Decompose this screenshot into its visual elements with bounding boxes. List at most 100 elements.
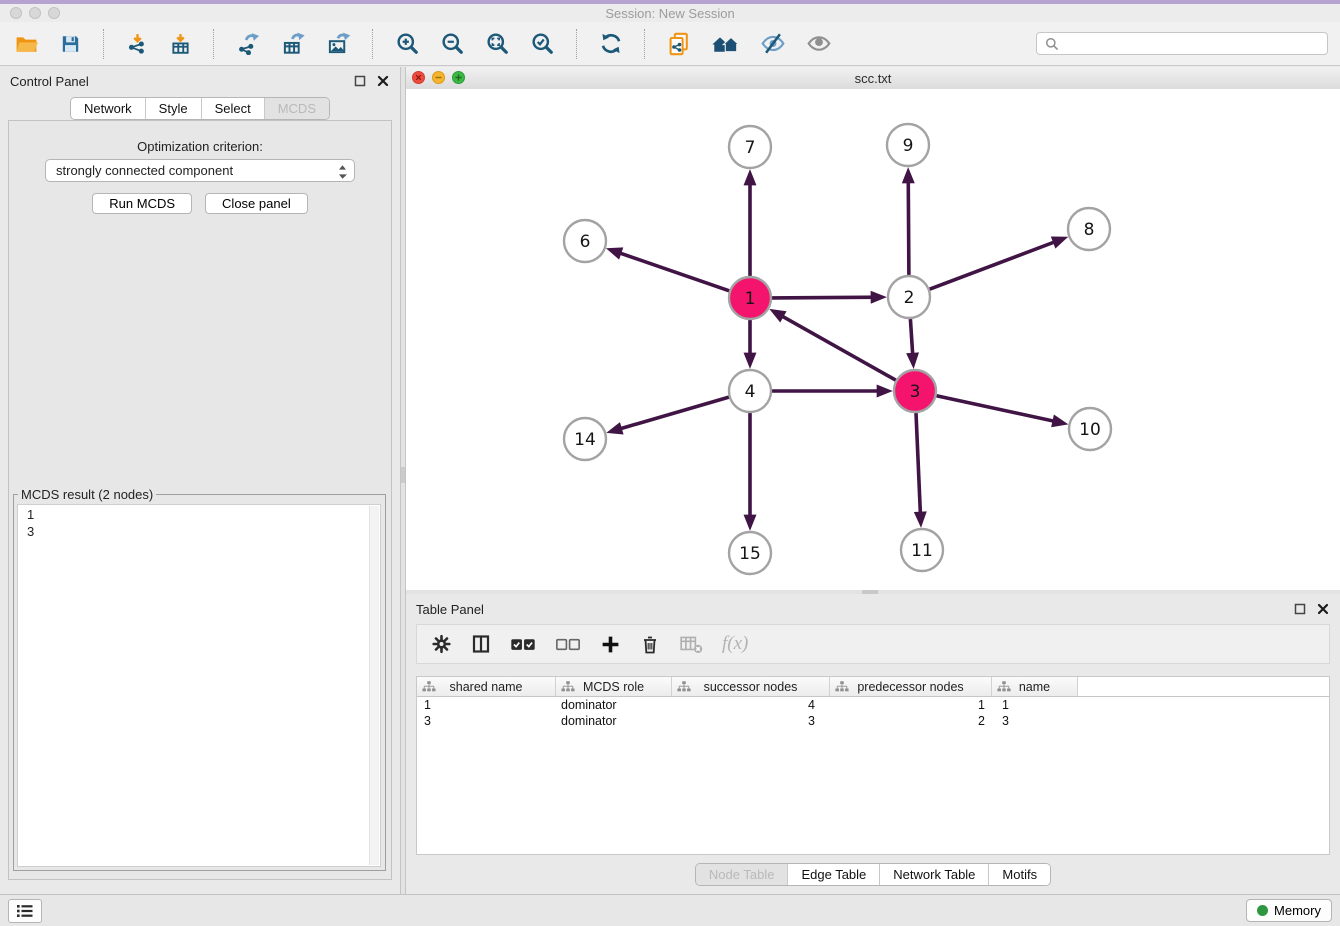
maximize-window-button[interactable] — [48, 7, 60, 19]
node-8[interactable]: 8 — [1068, 208, 1110, 250]
cell[interactable]: dominator — [556, 698, 672, 712]
tab-network-table[interactable]: Network Table — [879, 864, 988, 885]
cell[interactable]: 3 — [417, 714, 556, 728]
cell[interactable]: 1 — [992, 698, 1078, 712]
table-panel-header: Table Panel — [416, 600, 1330, 618]
network-zoom-button[interactable] — [452, 71, 465, 84]
column-layout-button[interactable] — [469, 632, 493, 656]
node-10[interactable]: 10 — [1069, 408, 1111, 450]
column-header-predecessor-nodes[interactable]: predecessor nodes — [830, 677, 992, 696]
table-row[interactable]: 3dominator323 — [417, 713, 1329, 729]
table-settings-button[interactable] — [429, 632, 454, 656]
deselect-all-rows-button[interactable] — [553, 634, 583, 655]
cell[interactable]: 2 — [830, 714, 992, 728]
mcds-result-list[interactable]: 1 3 — [17, 504, 381, 867]
toolbar-icon-group — [12, 29, 834, 59]
zoom-fit-button[interactable] — [483, 30, 512, 57]
vertical-splitter-handle[interactable] — [401, 467, 405, 483]
save-session-button[interactable] — [57, 31, 84, 57]
tab-style[interactable]: Style — [145, 98, 201, 119]
hide-graphics-details-button[interactable] — [758, 30, 788, 57]
import-table-button[interactable] — [167, 31, 194, 57]
edge-2-8[interactable] — [930, 239, 1064, 290]
toolbar-separator — [213, 29, 215, 59]
cell[interactable]: 1 — [830, 698, 992, 712]
run-mcds-button[interactable]: Run MCDS — [92, 193, 192, 214]
search-box[interactable] — [1036, 32, 1328, 55]
show-all-button[interactable] — [709, 31, 742, 57]
tab-select[interactable]: Select — [201, 98, 264, 119]
open-session-button[interactable] — [12, 31, 41, 57]
edge-2-3[interactable] — [910, 319, 913, 364]
edge-4-14[interactable] — [611, 397, 729, 431]
cell[interactable]: dominator — [556, 714, 672, 728]
cell[interactable]: 3 — [992, 714, 1078, 728]
column-header-name[interactable]: name — [992, 677, 1078, 696]
network-close-button[interactable] — [412, 71, 425, 84]
edge-1-6[interactable] — [611, 250, 730, 291]
create-column-button[interactable] — [598, 632, 623, 657]
export-network-button[interactable] — [234, 30, 263, 57]
float-icon — [1294, 603, 1306, 615]
column-header-MCDS-role[interactable]: MCDS role — [556, 677, 672, 696]
close-panel-button-2[interactable]: Close panel — [205, 193, 308, 214]
edge-3-1[interactable] — [774, 311, 896, 380]
zoom-fit-icon — [485, 32, 510, 55]
cell[interactable]: 1 — [417, 698, 556, 712]
node-11[interactable]: 11 — [901, 529, 943, 571]
node-9[interactable]: 9 — [887, 124, 929, 166]
node-7[interactable]: 7 — [729, 126, 771, 168]
clone-network-button[interactable] — [665, 30, 693, 58]
select-all-icon — [510, 636, 536, 653]
result-scrollbar[interactable] — [369, 506, 379, 865]
table-row[interactable]: 1dominator411 — [417, 697, 1329, 713]
close-table-panel-button[interactable] — [1316, 602, 1330, 616]
import-network-button[interactable] — [124, 31, 151, 57]
close-window-button[interactable] — [10, 7, 22, 19]
network-minimize-button[interactable] — [432, 71, 445, 84]
memory-button[interactable]: Memory — [1246, 899, 1332, 922]
delete-column-button[interactable] — [638, 632, 662, 657]
zoom-out-button[interactable] — [438, 30, 467, 57]
column-header-successor-nodes[interactable]: successor nodes — [672, 677, 830, 696]
float-table-panel-button[interactable] — [1293, 602, 1307, 616]
control-panel-header: Control Panel — [10, 72, 390, 90]
float-panel-button[interactable] — [353, 74, 367, 88]
plus-icon — [600, 634, 621, 655]
export-table-button[interactable] — [279, 30, 308, 57]
zoom-selected-icon — [530, 32, 555, 55]
network-graph[interactable]: 7 9 6 8 1 2 4 3 14 10 15 11 — [406, 89, 1340, 590]
search-input[interactable] — [1065, 35, 1319, 52]
edge-1-2[interactable] — [772, 297, 882, 298]
node-15[interactable]: 15 — [729, 532, 771, 574]
apply-layout-button[interactable] — [597, 30, 625, 57]
node-14[interactable]: 14 — [564, 418, 606, 460]
edge-3-10[interactable] — [937, 396, 1064, 424]
zoom-in-button[interactable] — [393, 30, 422, 57]
node-3[interactable]: 3 — [894, 370, 936, 412]
tab-mcds[interactable]: MCDS — [264, 98, 329, 119]
edge-2-9[interactable] — [908, 172, 909, 275]
tab-edge-table[interactable]: Edge Table — [787, 864, 879, 885]
import-network-icon — [126, 33, 149, 55]
close-panel-button[interactable] — [376, 74, 390, 88]
cell[interactable]: 4 — [672, 698, 830, 712]
node-1[interactable]: 1 — [729, 277, 771, 319]
criterion-select[interactable]: strongly connected component — [45, 159, 355, 182]
select-all-rows-button[interactable] — [508, 634, 538, 655]
network-title: scc.txt — [855, 71, 892, 86]
zoom-selected-button[interactable] — [528, 30, 557, 57]
column-header-shared-name[interactable]: shared name — [417, 677, 556, 696]
tab-motifs[interactable]: Motifs — [988, 864, 1050, 885]
tab-network[interactable]: Network — [71, 98, 145, 119]
tab-node-table[interactable]: Node Table — [696, 864, 788, 885]
node-6[interactable]: 6 — [564, 220, 606, 262]
minimize-window-button[interactable] — [29, 7, 41, 19]
task-history-button[interactable] — [8, 899, 42, 923]
cell[interactable]: 3 — [672, 714, 830, 728]
node-2[interactable]: 2 — [888, 276, 930, 318]
network-canvas[interactable]: 7 9 6 8 1 2 4 3 14 10 15 11 — [406, 89, 1340, 590]
export-image-button[interactable] — [324, 30, 353, 57]
node-4[interactable]: 4 — [729, 370, 771, 412]
edge-3-11[interactable] — [916, 413, 921, 523]
